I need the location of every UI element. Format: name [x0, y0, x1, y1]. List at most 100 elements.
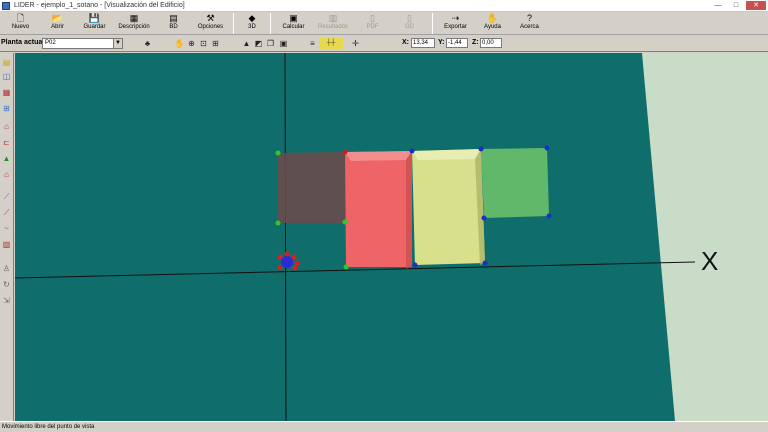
pan-hand-icon[interactable]: ✋ [174, 38, 185, 49]
space-block-green[interactable] [481, 148, 549, 218]
save-button[interactable]: 💾 Guardar [76, 12, 113, 35]
results-button[interactable]: ▥ Resultados [312, 12, 354, 35]
about-button[interactable]: ? Acerca [511, 12, 548, 35]
export-button[interactable]: ⇢ Exportar [437, 12, 474, 35]
x-axis-label: X [701, 246, 718, 276]
database-icon: ▤ [169, 13, 178, 23]
control-point[interactable] [275, 150, 281, 156]
move-icon[interactable]: ⇲ [1, 295, 12, 306]
gd-button-label: GD [405, 24, 414, 30]
curve-icon[interactable]: ~ [1, 223, 12, 234]
hammer-icon: ⚒ [206, 13, 215, 23]
gd-button[interactable]: ▯ GD [391, 12, 428, 35]
person-icon[interactable]: ♙ [1, 263, 12, 274]
zoom-window-icon[interactable]: ⊡ [198, 38, 209, 49]
app-logo-icon [2, 1, 10, 10]
y-coord-field: -1,44 [446, 38, 468, 48]
pdf-icon: ▯ [370, 13, 375, 23]
landscape-icon[interactable]: ▲ [1, 153, 12, 164]
x-coord-field: 13,34 [411, 38, 435, 48]
database-button[interactable]: ▤ BD [155, 12, 192, 35]
control-point[interactable] [409, 148, 415, 154]
grid-icon[interactable]: ⊞ [1, 103, 12, 114]
control-point[interactable] [342, 219, 348, 225]
space-block-red[interactable] [345, 151, 412, 267]
measure-icon[interactable]: ┼┼ [319, 38, 343, 49]
floor-plan-icon[interactable]: ▤ [1, 57, 12, 68]
planta-actual-label: Planta actual [1, 39, 45, 46]
new-button-label: Nuevo [11, 24, 30, 30]
paint-icon[interactable]: ◩ [253, 38, 264, 49]
space-block-brown[interactable] [278, 152, 345, 223]
x-coord-label: X: [402, 39, 409, 46]
export-button-label: Exportar [444, 24, 467, 30]
copy-icon[interactable]: ❐ [265, 38, 276, 49]
results-button-label: Resultados [317, 24, 349, 30]
control-point[interactable] [478, 146, 484, 152]
stairs-icon[interactable]: ⊏ [1, 137, 12, 148]
3d-button-label: 3D [248, 24, 256, 30]
gd-icon: ▯ [407, 13, 412, 23]
control-point[interactable] [342, 149, 348, 155]
open-folder-icon: 📂 [51, 13, 64, 23]
planta-select[interactable]: P02 ▼ [42, 38, 123, 49]
left-tool-strip: ▤ ◫ ▦ ⊞ ⌂ ⊏ ▲ ⌂ ⟋ ⟋ ~ ▧ ♙ ↻ ⇲ [0, 53, 14, 421]
wall-icon[interactable]: ▦ [1, 87, 12, 98]
3d-button[interactable]: ◆ 3D [238, 12, 266, 35]
open-button[interactable]: 📂 Abrir [39, 12, 76, 35]
space-block-yellow[interactable] [412, 149, 485, 265]
main-toolbar: 🗋 Nuevo 📂 Abrir 💾 Guardar ▦ Descripción ▤ BD … [0, 12, 768, 35]
about-button-label: Acerca [520, 24, 539, 30]
ground-plane [15, 53, 675, 421]
camera-icon[interactable]: ▣ [278, 38, 289, 49]
3d-viewport[interactable]: X [15, 53, 768, 421]
calculate-button[interactable]: ▣ Calcular [275, 12, 312, 35]
control-point[interactable] [275, 220, 281, 226]
open-button-label: Abrir [51, 24, 64, 30]
description-button[interactable]: ▦ Descripción [113, 12, 155, 35]
scene-canvas[interactable]: X [15, 53, 768, 421]
zoom-extents-icon[interactable]: ⊞ [210, 38, 221, 49]
window-controls: — □ ✕ [710, 1, 766, 10]
control-point[interactable] [546, 213, 552, 219]
save-disk-icon: 💾 [88, 13, 101, 23]
control-point[interactable] [412, 262, 418, 268]
zoom-icon[interactable]: ⊕ [186, 38, 197, 49]
chevron-down-icon[interactable]: ▼ [113, 39, 122, 48]
control-point[interactable] [481, 215, 487, 221]
pdf-button[interactable]: ▯ PDF [354, 12, 391, 35]
tree-icon[interactable]: ♣ [142, 38, 153, 49]
export-icon: ⇢ [451, 13, 460, 23]
house-icon[interactable]: ⌂ [1, 169, 12, 180]
shapes-icon[interactable]: ▲ [241, 38, 252, 49]
options-button-label: Opciones [197, 24, 224, 30]
options-button[interactable]: ⚒ Opciones [192, 12, 229, 35]
minimize-button[interactable]: — [710, 1, 726, 10]
help-icon: ✋ [486, 13, 499, 23]
help-button[interactable]: ✋ Ayuda [474, 12, 511, 35]
diagonal-line-icon[interactable]: ⟋ [1, 207, 12, 218]
roof-icon[interactable]: ⌂ [1, 121, 12, 132]
pattern-icon[interactable]: ▧ [1, 239, 12, 250]
new-button[interactable]: 🗋 Nuevo [2, 12, 39, 35]
z-coord-field: 0,00 [480, 38, 502, 48]
calculator-icon: ▣ [289, 13, 298, 23]
control-point[interactable] [482, 260, 488, 266]
line-icon[interactable]: ⟋ [1, 191, 12, 202]
y-coord-label: Y: [438, 39, 445, 46]
space-block-red-top-face [345, 151, 412, 161]
rotate-icon[interactable]: ↻ [1, 279, 12, 290]
control-point[interactable] [343, 264, 349, 270]
calculate-button-label: Calcular [282, 24, 305, 30]
maximize-button[interactable]: □ [728, 1, 744, 10]
ruler-icon[interactable]: ≡ [307, 38, 318, 49]
save-button-label: Guardar [83, 24, 106, 30]
control-point[interactable] [544, 145, 550, 151]
crosshair-icon[interactable]: ✛ [350, 38, 361, 49]
window-icon[interactable]: ◫ [1, 71, 12, 82]
z-coord-label: Z: [472, 39, 479, 46]
database-button-label: BD [169, 24, 178, 30]
close-button[interactable]: ✕ [746, 1, 766, 10]
status-bar: Movimiento libre del punto de vista [0, 421, 768, 432]
new-file-icon: 🗋 [16, 13, 25, 23]
